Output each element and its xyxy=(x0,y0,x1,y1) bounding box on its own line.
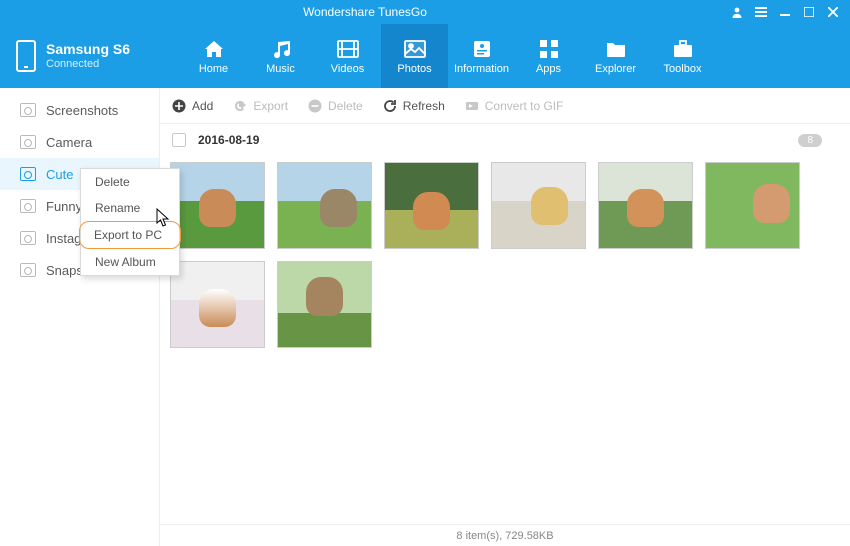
nav-tabs: Home Music Videos Photos Information App… xyxy=(180,24,850,88)
nav-label: Apps xyxy=(536,63,561,75)
photo-thumb[interactable] xyxy=(705,162,800,249)
ctx-export-to-pc[interactable]: Export to PC xyxy=(79,221,181,249)
menu-icon[interactable] xyxy=(754,5,768,19)
photos-icon xyxy=(402,38,428,60)
photo-thumb[interactable] xyxy=(170,162,265,249)
photo-thumb[interactable] xyxy=(491,162,586,249)
nav-home[interactable]: Home xyxy=(180,24,247,88)
nav-label: Toolbox xyxy=(664,63,702,75)
nav-toolbox[interactable]: Toolbox xyxy=(649,24,716,88)
nav-explorer[interactable]: Explorer xyxy=(582,24,649,88)
toolbar-label: Export xyxy=(253,99,288,113)
convert-gif-button[interactable]: Convert to GIF xyxy=(465,99,564,113)
sidebar-item-label: Funny xyxy=(46,199,82,214)
nav-photos[interactable]: Photos xyxy=(381,24,448,88)
home-icon xyxy=(201,38,227,60)
album-icon xyxy=(20,103,36,117)
refresh-button[interactable]: Refresh xyxy=(383,99,445,113)
section-date: 2016-08-19 xyxy=(198,133,259,147)
album-icon xyxy=(20,135,36,149)
refresh-icon xyxy=(383,99,397,113)
select-all-checkbox[interactable] xyxy=(172,133,186,147)
export-button[interactable]: Export xyxy=(233,99,288,113)
nav-label: Information xyxy=(454,63,509,75)
header-nav: Samsung S6 Connected Home Music Videos P… xyxy=(0,24,850,88)
sidebar-item-label: Camera xyxy=(46,135,92,150)
album-icon xyxy=(20,263,36,277)
nav-music[interactable]: Music xyxy=(247,24,314,88)
window-controls xyxy=(730,5,850,19)
sidebar-item-label: Cute xyxy=(46,167,73,182)
photo-thumb[interactable] xyxy=(277,162,372,249)
album-icon xyxy=(20,199,36,213)
photo-thumb[interactable] xyxy=(277,261,372,348)
videos-icon xyxy=(335,38,361,60)
nav-videos[interactable]: Videos xyxy=(314,24,381,88)
nav-label: Music xyxy=(266,63,295,75)
toolbar-label: Delete xyxy=(328,99,363,113)
nav-label: Home xyxy=(199,63,228,75)
nav-apps[interactable]: Apps xyxy=(515,24,582,88)
ctx-delete[interactable]: Delete xyxy=(81,169,179,195)
main-content: Add Export Delete Refresh Convert to GIF… xyxy=(160,88,850,546)
nav-label: Photos xyxy=(397,63,431,75)
nav-label: Explorer xyxy=(595,63,636,75)
device-panel[interactable]: Samsung S6 Connected xyxy=(0,24,160,88)
explorer-icon xyxy=(603,38,629,60)
toolbar-label: Refresh xyxy=(403,99,445,113)
section-count-badge: 8 xyxy=(798,134,822,147)
photo-thumb[interactable] xyxy=(598,162,693,249)
export-icon xyxy=(233,99,247,113)
section-header: 2016-08-19 8 xyxy=(160,124,850,156)
add-button[interactable]: Add xyxy=(172,99,213,113)
user-icon[interactable] xyxy=(730,5,744,19)
status-bar: 8 item(s), 729.58KB xyxy=(160,524,850,546)
album-icon xyxy=(20,231,36,245)
titlebar: Wondershare TunesGo xyxy=(0,0,850,24)
photo-grid xyxy=(160,156,850,524)
gif-icon xyxy=(465,99,479,113)
ctx-new-album[interactable]: New Album xyxy=(81,249,179,275)
photo-thumb[interactable] xyxy=(170,261,265,348)
sidebar-item-label: Screenshots xyxy=(46,103,118,118)
toolbar: Add Export Delete Refresh Convert to GIF xyxy=(160,88,850,124)
minus-icon xyxy=(308,99,322,113)
app-title: Wondershare TunesGo xyxy=(0,5,730,19)
sidebar-item-camera[interactable]: Camera xyxy=(0,126,159,158)
context-menu: Delete Rename Export to PC New Album xyxy=(80,168,180,276)
nav-label: Videos xyxy=(331,63,364,75)
toolbox-icon xyxy=(670,38,696,60)
ctx-rename[interactable]: Rename xyxy=(81,195,179,221)
phone-icon xyxy=(16,40,36,72)
toolbar-label: Convert to GIF xyxy=(485,99,564,113)
device-name: Samsung S6 xyxy=(46,42,130,56)
plus-icon xyxy=(172,99,186,113)
information-icon xyxy=(469,38,495,60)
photo-thumb[interactable] xyxy=(384,162,479,249)
apps-icon xyxy=(536,38,562,60)
album-icon xyxy=(20,167,36,181)
nav-information[interactable]: Information xyxy=(448,24,515,88)
delete-button[interactable]: Delete xyxy=(308,99,363,113)
sidebar: Screenshots Camera Cute Funny Instagram … xyxy=(0,88,160,546)
toolbar-label: Add xyxy=(192,99,213,113)
sidebar-item-screenshots[interactable]: Screenshots xyxy=(0,94,159,126)
maximize-button[interactable] xyxy=(802,5,816,19)
status-text: 8 item(s), 729.58KB xyxy=(456,530,553,542)
music-icon xyxy=(268,38,294,60)
minimize-button[interactable] xyxy=(778,5,792,19)
device-status: Connected xyxy=(46,58,130,70)
close-button[interactable] xyxy=(826,5,840,19)
